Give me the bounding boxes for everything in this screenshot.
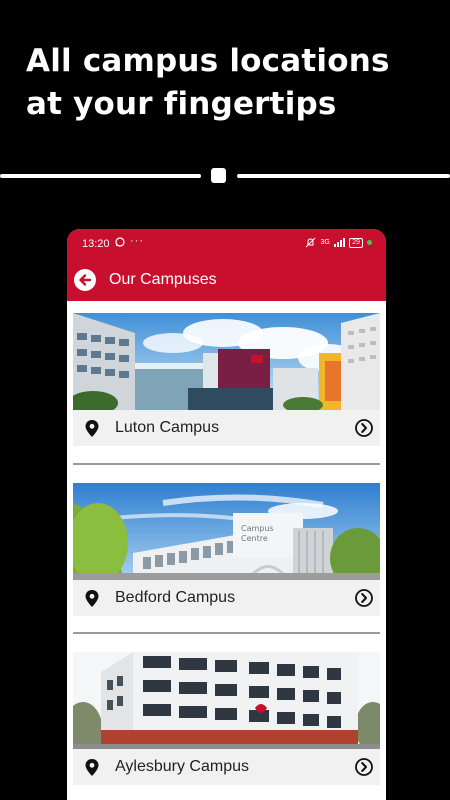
divider-dot <box>211 168 226 183</box>
battery-icon: 29 <box>349 237 363 248</box>
campus-name-bedford: Bedford Campus <box>115 589 236 606</box>
divider-left <box>0 174 201 178</box>
network-label: 3G <box>320 239 330 246</box>
card-separator <box>73 463 380 465</box>
whatsapp-icon <box>115 237 125 250</box>
mute-icon <box>305 237 316 248</box>
app-bar: Our Campuses <box>67 259 386 301</box>
campus-photo-bedford: Campus Centre <box>73 483 380 580</box>
campus-photo-luton <box>73 313 380 410</box>
back-button[interactable] <box>74 269 96 291</box>
location-pin-icon <box>85 759 99 776</box>
status-icons: 3G 29 <box>305 237 372 248</box>
campus-name-aylesbury: Aylesbury Campus <box>115 758 249 775</box>
chevron-right-circle-icon[interactable] <box>355 419 373 437</box>
campus-bar-aylesbury[interactable]: Aylesbury Campus <box>73 749 380 785</box>
campus-bar-luton[interactable]: Luton Campus <box>73 410 380 446</box>
promo-headline: All campus locations at your fingertips <box>26 40 436 126</box>
page-title: Our Campuses <box>109 271 217 288</box>
svg-text:Campus: Campus <box>241 524 274 533</box>
arrow-left-icon <box>79 274 92 286</box>
chevron-right-circle-icon[interactable] <box>355 758 373 776</box>
svg-text:Centre: Centre <box>241 534 268 543</box>
campus-bar-bedford[interactable]: Bedford Campus <box>73 580 380 616</box>
divider-right <box>237 174 450 178</box>
location-pin-icon <box>85 420 99 437</box>
location-pin-icon <box>85 590 99 607</box>
status-bar: 13:20 ··· 3G 29 <box>67 229 386 259</box>
campus-photo-aylesbury <box>73 652 380 749</box>
headline-line-2: at your fingertips <box>26 86 337 122</box>
phone-screen: 13:20 ··· 3G 29 Our Campuses Luton Campu… <box>67 229 386 800</box>
chevron-right-circle-icon[interactable] <box>355 589 373 607</box>
status-time: 13:20 <box>82 238 110 250</box>
more-dots-icon: ··· <box>130 235 144 247</box>
privacy-indicator-dot <box>367 240 372 245</box>
campus-name-luton: Luton Campus <box>115 419 220 436</box>
headline-line-1: All campus locations <box>26 43 390 79</box>
card-separator <box>73 632 380 634</box>
signal-icon <box>334 238 346 247</box>
